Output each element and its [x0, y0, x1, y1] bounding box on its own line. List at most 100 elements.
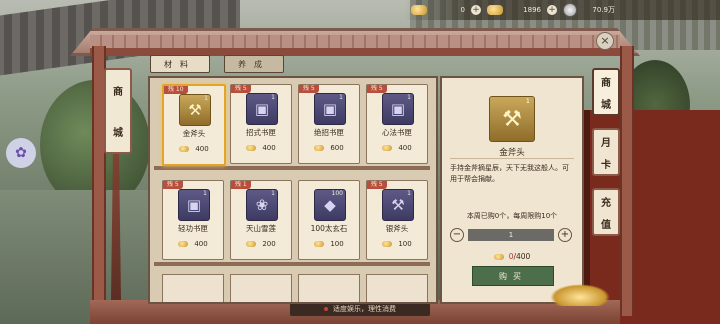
- side-tab-recharge[interactable]: 充 值: [592, 188, 620, 236]
- gold-ingot-icon: [382, 145, 393, 151]
- shelf-divider: [154, 166, 430, 170]
- item-glyph: ⚒: [391, 196, 405, 214]
- cost-amount: /400: [513, 252, 531, 261]
- total-cost: 0 /400: [442, 252, 582, 261]
- roof-tiles: [90, 35, 620, 49]
- close-button[interactable]: ×: [596, 32, 614, 50]
- flower-glyph: ✿: [15, 145, 27, 161]
- side-tab-monthly-card[interactable]: 月 卡: [592, 128, 620, 176]
- item-price-value: 400: [194, 240, 208, 248]
- shop-item-card[interactable]: 残 5 ▣ 1 轻功书匣 400: [162, 180, 224, 260]
- gold-ingot-icon: [314, 145, 325, 151]
- tab-cultivation[interactable]: 养成: [224, 55, 284, 73]
- detail-item-name: 金斧头: [499, 148, 525, 158]
- item-price: 400: [367, 144, 427, 152]
- shop-item-card[interactable]: 残 10 ⚒ 1 金斧头 400: [162, 84, 226, 166]
- shop-item-card-partial[interactable]: [366, 274, 428, 302]
- side-flower-icon[interactable]: ✿: [6, 138, 36, 168]
- item-price-value: 400: [195, 145, 209, 153]
- item-qty: 1: [271, 190, 275, 197]
- quantity-field[interactable]: 1: [468, 229, 554, 241]
- item-price-value: 100: [398, 240, 412, 248]
- item-name: 天山雪莲: [246, 224, 276, 233]
- item-level-badge: 残 5: [163, 181, 183, 189]
- item-name: 绝招书匣: [314, 128, 344, 137]
- side-tab-char: 月: [601, 137, 611, 149]
- item-level-badge: 残 5: [367, 85, 387, 93]
- add-gold-button[interactable]: +: [547, 5, 557, 15]
- item-level-badge: 残 5: [231, 85, 251, 93]
- ingot-count: 0: [460, 6, 465, 14]
- shop-item-card[interactable]: 残 5 ▣ 1 绝招书匣 600: [298, 84, 360, 164]
- gold-ingot-icon: [246, 241, 257, 247]
- currency-bar: 0 + 1896 + 70.9万: [405, 0, 720, 20]
- side-tab-char: 商: [601, 77, 611, 89]
- item-qty: 1: [339, 94, 343, 101]
- shop-item-card[interactable]: 残 1 ❀ 1 天山雪莲 200: [230, 180, 292, 260]
- item-qty: 1: [407, 94, 411, 101]
- notice-dot-icon: [324, 307, 328, 311]
- item-qty: 1: [407, 190, 411, 197]
- item-price: 100: [299, 240, 359, 248]
- item-glyph: ▣: [322, 100, 338, 118]
- shop-item-card-partial[interactable]: [162, 274, 224, 302]
- gold-ingot-icon: [382, 241, 393, 247]
- item-price-value: 600: [330, 144, 344, 152]
- item-level-badge: 残 5: [367, 181, 387, 189]
- item-name: 招式书匣: [246, 128, 276, 137]
- silver-currency: 70.9万: [563, 3, 615, 17]
- pillar-right: [620, 46, 634, 316]
- treasure-pile-decoration: [550, 284, 610, 306]
- add-ingot-button[interactable]: +: [471, 5, 481, 15]
- item-name: 银斧头: [385, 224, 409, 233]
- shelf-divider: [154, 262, 430, 266]
- item-qty: 100: [331, 190, 343, 197]
- tab-materials[interactable]: 材料: [150, 55, 210, 73]
- item-glyph: ⚒: [188, 101, 202, 119]
- side-tab-char: 充: [601, 197, 611, 209]
- buy-button[interactable]: 购买: [472, 266, 554, 286]
- item-price: 200: [231, 240, 291, 248]
- item-glyph: ◆: [324, 196, 336, 214]
- gold-ingot-icon: [487, 5, 503, 15]
- side-tab-shop[interactable]: 商 城: [592, 68, 620, 116]
- shop-item-card[interactable]: ◆ 100 100太玄石 100: [298, 180, 360, 260]
- shop-item-card-partial[interactable]: [298, 274, 360, 302]
- purchase-limit-text: 本周已购0个，每周限购10个: [466, 212, 558, 220]
- decrease-button[interactable]: −: [450, 228, 464, 242]
- detail-description: 手持金斧摘星辰，天下无我这般人。可用于帮会捐献。: [450, 158, 574, 185]
- increase-button[interactable]: +: [558, 228, 572, 242]
- item-level-badge: 残 10: [164, 86, 188, 94]
- item-price: 400: [164, 145, 224, 153]
- shop-title-scroll: 商 城: [104, 68, 132, 154]
- gold-ingot-icon: [314, 241, 325, 247]
- item-detail-panel: ⚒ 1 金斧头 手持金斧摘星辰，天下无我这般人。可用于帮会捐献。 本周已购0个，…: [440, 76, 584, 304]
- category-tabs: 材料 养成: [150, 55, 298, 73]
- item-price: 400: [231, 144, 291, 152]
- gold-ingot-icon: [493, 253, 504, 260]
- side-tab-char: 值: [601, 219, 611, 231]
- side-tab-char: 城: [601, 99, 611, 111]
- side-tab-char: 卡: [601, 159, 611, 171]
- item-level-badge: 残 5: [299, 85, 319, 93]
- scroll-char-1: 商: [113, 87, 123, 98]
- item-qty: 1: [204, 95, 208, 102]
- item-price-value: 100: [330, 240, 344, 248]
- item-price: 400: [163, 240, 223, 248]
- item-price-value: 400: [262, 144, 276, 152]
- shop-item-card[interactable]: 残 5 ▣ 1 招式书匣 400: [230, 84, 292, 164]
- ingot-currency: 0 +: [411, 5, 481, 15]
- shop-item-card-partial[interactable]: [230, 274, 292, 302]
- shop-item-card[interactable]: 残 5 ⚒ 1 银斧头 100: [366, 180, 428, 260]
- item-name: 心法书匣: [382, 128, 412, 137]
- gold-ingot-icon: [179, 146, 190, 152]
- shop-item-card[interactable]: 残 5 ▣ 1 心法书匣 400: [366, 84, 428, 164]
- silver-coin-icon: [563, 3, 577, 17]
- item-price-value: 400: [398, 144, 412, 152]
- gold-currency: 1896 +: [487, 5, 557, 15]
- gold-ingot-icon: [178, 241, 189, 247]
- footer-notice: 适度娱乐，理性消费: [290, 302, 430, 316]
- item-name: 100太玄石: [310, 224, 348, 233]
- item-level-badge: 残 1: [231, 181, 251, 189]
- item-name: 轻功书匣: [178, 224, 208, 233]
